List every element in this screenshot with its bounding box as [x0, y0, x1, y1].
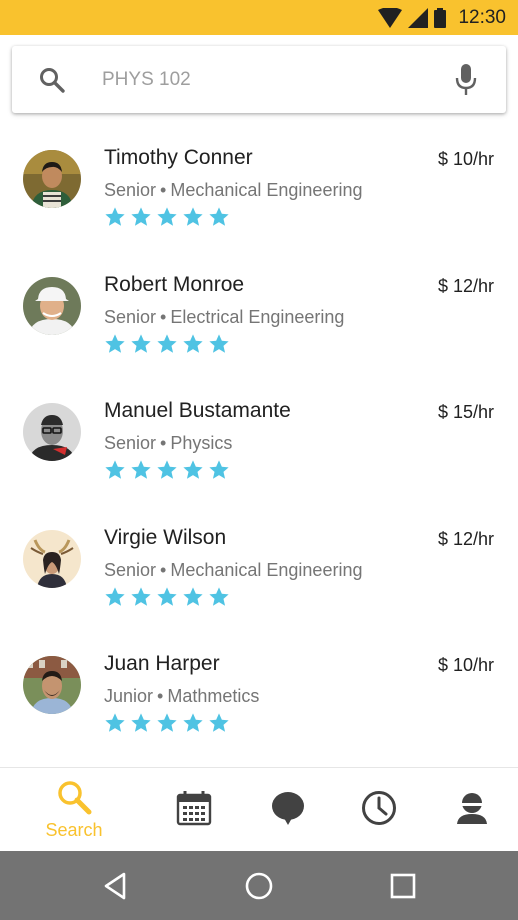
avatar: [23, 403, 81, 461]
star-icon: [105, 460, 125, 479]
star-icon: [209, 460, 229, 479]
system-nav-bar: [0, 851, 518, 920]
search-icon[interactable]: [55, 778, 93, 816]
tutor-major: Mathmetics: [167, 686, 260, 706]
tutor-meta: Senior • Mechanical Engineering: [104, 180, 362, 201]
chat-icon[interactable]: [270, 790, 306, 826]
battery-icon: [434, 8, 447, 28]
bottom-nav: Search: [0, 767, 518, 851]
home-icon[interactable]: [244, 871, 274, 901]
list-item[interactable]: Virgie Wilson Senior • Mechanical Engineer…: [0, 506, 518, 633]
star-icon: [105, 333, 125, 353]
star-icon: [183, 586, 203, 606]
tutor-meta: Junior • Mathmetics: [104, 686, 259, 707]
tutor-list: Timothy Conner Senior • Mechanical Enginee…: [0, 126, 518, 759]
star-icon: [183, 460, 203, 479]
star-icon: [209, 713, 229, 732]
status-time: 12:30: [458, 7, 506, 28]
avatar: [23, 150, 81, 208]
star-icon: [157, 586, 177, 606]
star-icon: [131, 713, 151, 732]
star-icon: [183, 207, 203, 226]
tutor-year: Junior: [104, 686, 154, 706]
star-icon: [131, 333, 151, 353]
star-icon: [209, 207, 229, 226]
tutor-major: Electrical Engineering: [170, 306, 345, 327]
tutor-rate: $ 12/hr: [437, 528, 494, 549]
back-icon[interactable]: [100, 871, 130, 901]
tutor-major: Physics: [170, 433, 233, 453]
calendar-icon[interactable]: [176, 790, 212, 826]
search-icon[interactable]: [38, 66, 66, 94]
separator: •: [160, 180, 167, 200]
list-item[interactable]: Timothy Conner Senior • Mechanical Enginee…: [0, 126, 518, 253]
star-icon: [105, 713, 125, 732]
history-icon[interactable]: [361, 790, 397, 826]
separator: •: [160, 306, 167, 327]
tutor-name: Juan Harper: [104, 652, 220, 675]
tutor-meta: Senior • Mechanical Engineering: [104, 560, 362, 581]
star-icon: [183, 333, 203, 353]
avatar: [23, 656, 81, 714]
list-item[interactable]: Juan Harper Junior • Mathmetics $ 10/hr: [0, 632, 518, 759]
separator: •: [160, 559, 167, 580]
recents-icon[interactable]: [388, 871, 418, 901]
rating-stars: [104, 333, 230, 355]
star-icon: [131, 207, 151, 226]
star-icon: [209, 586, 229, 606]
tutor-rate: $ 15/hr: [437, 402, 494, 422]
tutor-name: Manuel Bustamante: [104, 399, 291, 422]
rating-stars: [104, 712, 230, 734]
star-icon: [131, 586, 151, 606]
rating-stars: [104, 206, 230, 228]
tutor-name: Robert Monroe: [104, 272, 245, 296]
nav-search-tab[interactable]: Search: [34, 768, 114, 852]
tutor-major: Mechanical Engineering: [170, 180, 363, 200]
microphone-icon[interactable]: [454, 64, 478, 96]
star-icon: [105, 207, 125, 226]
star-icon: [157, 333, 177, 353]
tutor-year: Senior: [104, 433, 157, 453]
profile-icon[interactable]: [454, 790, 490, 826]
status-icons: 12:30: [378, 7, 506, 29]
rating-stars: [104, 459, 230, 481]
tutor-year: Senior: [104, 559, 157, 580]
list-item[interactable]: Manuel Bustamante Senior • Physics $ 15/hr: [0, 379, 518, 506]
avatar: [23, 276, 81, 335]
tutor-major: Mechanical Engineering: [170, 559, 363, 580]
tutor-name: Timothy Conner: [104, 146, 253, 169]
signal-icon: [408, 8, 429, 28]
tutor-rate: $ 10/hr: [437, 149, 494, 169]
nav-search-label[interactable]: Search: [45, 820, 102, 841]
avatar: [23, 529, 81, 588]
star-icon: [131, 460, 151, 479]
tutor-year: Senior: [104, 306, 157, 327]
separator: •: [157, 686, 164, 706]
star-icon: [157, 207, 177, 226]
tutor-meta: Senior • Physics: [104, 433, 232, 454]
search-input[interactable]: [102, 60, 432, 100]
rating-stars: [104, 586, 230, 608]
star-icon: [209, 333, 229, 353]
search-bar[interactable]: [12, 46, 506, 113]
tutor-rate: $ 12/hr: [437, 275, 494, 296]
star-icon: [157, 460, 177, 479]
status-bar: 12:30: [0, 0, 518, 35]
tutor-rate: $ 10/hr: [437, 655, 494, 675]
tutor-year: Senior: [104, 180, 157, 200]
tutor-meta: Senior • Electrical Engineering: [104, 307, 344, 328]
separator: •: [160, 433, 167, 453]
star-icon: [105, 586, 125, 606]
star-icon: [183, 713, 203, 732]
star-icon: [157, 713, 177, 732]
wifi-icon: [378, 8, 403, 28]
tutor-name: Virgie Wilson: [104, 525, 227, 549]
list-item[interactable]: Robert Monroe Senior • Electrical Engineer…: [0, 253, 518, 380]
